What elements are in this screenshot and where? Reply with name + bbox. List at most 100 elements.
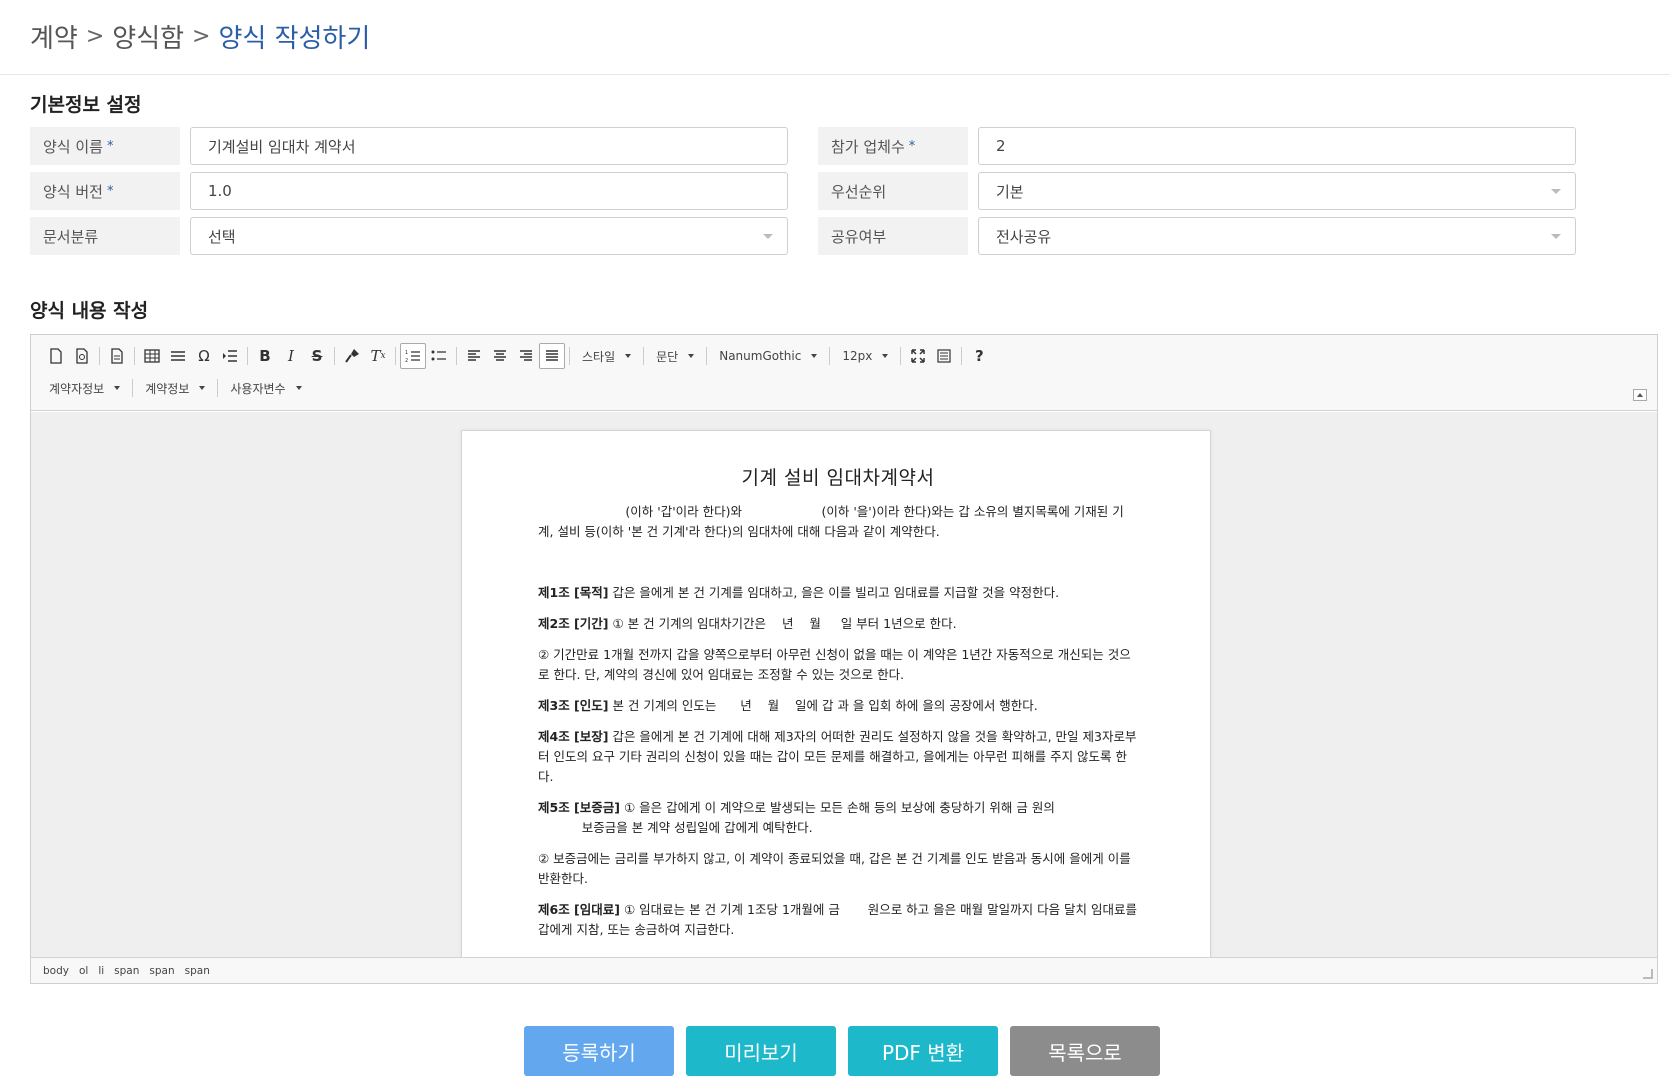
- chevron-down-icon: [625, 354, 632, 358]
- element-path-item[interactable]: span: [149, 965, 174, 977]
- category-select[interactable]: 선택: [190, 217, 788, 255]
- article-heading: 제6조 [임대료]: [538, 902, 620, 917]
- show-blocks-icon[interactable]: [931, 343, 957, 369]
- chevron-down-icon: [295, 386, 302, 390]
- required-mark: *: [106, 183, 114, 199]
- preview-icon[interactable]: [69, 343, 95, 369]
- breadcrumb-separator: >: [85, 24, 105, 49]
- priority-label: 우선순위: [818, 172, 968, 210]
- contractor-info-dropdown[interactable]: 계약자정보: [49, 375, 128, 401]
- breadcrumb-item-template-box[interactable]: 양식함: [112, 18, 184, 55]
- svg-text:2: 2: [405, 358, 408, 363]
- form-name-input[interactable]: 기계설비 임대차 계약서: [190, 127, 788, 165]
- strikethrough-icon[interactable]: S: [304, 343, 330, 369]
- new-document-icon[interactable]: [43, 343, 69, 369]
- align-center-icon[interactable]: [487, 343, 513, 369]
- element-path: body ol li span span span: [43, 965, 210, 977]
- breadcrumb-separator: >: [192, 24, 211, 49]
- document-page[interactable]: 기계 설비 임대차계약서 (이하 '갑'이라 한다)와 (이하 '을')이라 한…: [461, 430, 1211, 958]
- action-buttons: 등록하기 미리보기 PDF 변환 목록으로: [524, 1026, 1160, 1076]
- article-text: ① 본 건 기계의 임대차기간은 년 월 일 부터 1년으로 한다.: [608, 616, 957, 631]
- form-row-2: 양식 버전 * 1.0 우선순위 기본: [30, 172, 1656, 210]
- back-to-list-button[interactable]: 목록으로: [1010, 1026, 1160, 1076]
- chevron-down-icon: [199, 386, 206, 390]
- participants-label: 참가 업체수 *: [818, 127, 968, 165]
- style-dropdown[interactable]: 스타일: [574, 343, 639, 369]
- basic-info-title: 기본정보 설정: [30, 94, 142, 116]
- template-icon[interactable]: [104, 343, 130, 369]
- font-dropdown[interactable]: NanumGothic: [711, 343, 825, 369]
- svg-text:1: 1: [405, 350, 408, 356]
- contract-info-dropdown[interactable]: 계약정보: [137, 375, 213, 401]
- chevron-down-icon: [811, 354, 818, 358]
- document-article: 제6조 [임대료] ① 임대료는 본 건 기계 1조당 1개월에 금 원으로 하…: [538, 900, 1138, 940]
- document-article: 제3조 [인도] 본 건 기계의 인도는 년 월 일에 갑 과 을 입회 하에 …: [538, 696, 1138, 716]
- article-heading: 제3조 [인도]: [538, 698, 609, 713]
- document-article: ② 보증금에는 금리를 부가하지 않고, 이 계약이 종료되었을 때, 갑은 본…: [538, 849, 1138, 889]
- toolbar-row-1: Ω B I S Tx 12 스타일 문단 NanumGothic 12px ?: [43, 343, 992, 369]
- article-text: 갑은 을에게 본 건 기계에 대해 제3자의 어떠한 권리도 설정하지 않을 것…: [538, 729, 1137, 784]
- element-path-item[interactable]: span: [114, 965, 139, 977]
- align-right-icon[interactable]: [513, 343, 539, 369]
- article-text: ② 기간만료 1개월 전까지 갑을 양쪽으로부터 아무런 신청이 없을 때는 이…: [538, 647, 1131, 682]
- sharing-select[interactable]: 전사공유: [978, 217, 1576, 255]
- version-label: 양식 버전 *: [30, 172, 180, 210]
- indent-icon[interactable]: [217, 343, 243, 369]
- document-article: 제1조 [목적] 갑은 을에게 본 건 기계를 임대하고, 을은 이를 빌리고 …: [538, 583, 1138, 603]
- table-icon[interactable]: [139, 343, 165, 369]
- priority-select[interactable]: 기본: [978, 172, 1576, 210]
- chevron-down-icon: [882, 354, 889, 358]
- editor-status-bar: body ol li span span span: [31, 957, 1657, 983]
- participants-input[interactable]: 2: [978, 127, 1576, 165]
- register-button[interactable]: 등록하기: [524, 1026, 674, 1076]
- required-mark: *: [106, 138, 114, 154]
- document-article: 제2조 [기간] ① 본 건 기계의 임대차기간은 년 월 일 부터 1년으로 …: [538, 614, 1138, 634]
- italic-icon[interactable]: I: [278, 343, 304, 369]
- article-heading: 제5조 [보증금]: [538, 800, 620, 815]
- header-divider: [0, 74, 1670, 75]
- document-articles: 제1조 [목적] 갑은 을에게 본 건 기계를 임대하고, 을은 이를 빌리고 …: [538, 583, 1138, 940]
- version-input[interactable]: 1.0: [190, 172, 788, 210]
- sharing-label: 공유여부: [818, 217, 968, 255]
- clear-format-icon[interactable]: Tx: [365, 343, 391, 369]
- article-heading: 제2조 [기간]: [538, 616, 609, 631]
- element-path-item[interactable]: ol: [79, 965, 88, 977]
- element-path-item[interactable]: body: [43, 965, 69, 977]
- rich-text-editor: Ω B I S Tx 12 스타일 문단 NanumGothic 12px ? …: [30, 334, 1658, 984]
- element-path-item[interactable]: span: [185, 965, 210, 977]
- document-title: 기계 설비 임대차계약서: [741, 467, 935, 489]
- maximize-icon[interactable]: [905, 343, 931, 369]
- align-justify-icon[interactable]: [539, 343, 565, 369]
- toolbar-row-2: 계약자정보 계약정보 사용자변수: [49, 375, 310, 401]
- document-article: 제5조 [보증금] ① 을은 갑에게 이 계약으로 발생되는 모든 손해 등의 …: [538, 798, 1138, 838]
- bullet-list-icon[interactable]: [426, 343, 452, 369]
- help-icon[interactable]: ?: [966, 343, 992, 369]
- article-text: ② 보증금에는 금리를 부가하지 않고, 이 계약이 종료되었을 때, 갑은 본…: [538, 851, 1135, 886]
- horizontal-line-icon[interactable]: [165, 343, 191, 369]
- preview-button[interactable]: 미리보기: [686, 1026, 836, 1076]
- resize-grip-icon[interactable]: [1643, 969, 1653, 979]
- chevron-down-icon: [688, 354, 695, 358]
- editor-content-area[interactable]: 기계 설비 임대차계약서 (이하 '갑'이라 한다)와 (이하 '을')이라 한…: [31, 412, 1657, 958]
- element-path-item[interactable]: li: [98, 965, 104, 977]
- document-article: ② 기간만료 1개월 전까지 갑을 양쪽으로부터 아무런 신청이 없을 때는 이…: [538, 645, 1138, 685]
- format-painter-icon[interactable]: [339, 343, 365, 369]
- chevron-down-icon: [114, 386, 121, 390]
- collapse-toolbar-icon[interactable]: [1633, 389, 1647, 401]
- paragraph-dropdown[interactable]: 문단: [648, 343, 702, 369]
- editor-toolbar: Ω B I S Tx 12 스타일 문단 NanumGothic 12px ? …: [31, 335, 1657, 411]
- document-article: 제4조 [보장] 갑은 을에게 본 건 기계에 대해 제3자의 어떠한 권리도 …: [538, 727, 1138, 787]
- user-variable-dropdown[interactable]: 사용자변수: [222, 375, 309, 401]
- bold-icon[interactable]: B: [252, 343, 278, 369]
- special-char-icon[interactable]: Ω: [191, 343, 217, 369]
- category-label: 문서분류: [30, 217, 180, 255]
- page-title: 양식 작성하기: [218, 24, 371, 54]
- document-intro: (이하 '갑'이라 한다)와 (이하 '을')이라 한다)와는 갑 소유의 별지…: [538, 504, 1124, 539]
- ordered-list-icon[interactable]: 12: [400, 343, 426, 369]
- article-heading: 제1조 [목적]: [538, 585, 609, 600]
- article-text: 갑은 을에게 본 건 기계를 임대하고, 을은 이를 빌리고 임대료를 지급할 …: [608, 585, 1060, 600]
- pdf-convert-button[interactable]: PDF 변환: [848, 1026, 998, 1076]
- align-left-icon[interactable]: [461, 343, 487, 369]
- breadcrumb-item-contract[interactable]: 계약: [30, 18, 78, 55]
- font-size-dropdown[interactable]: 12px: [834, 343, 896, 369]
